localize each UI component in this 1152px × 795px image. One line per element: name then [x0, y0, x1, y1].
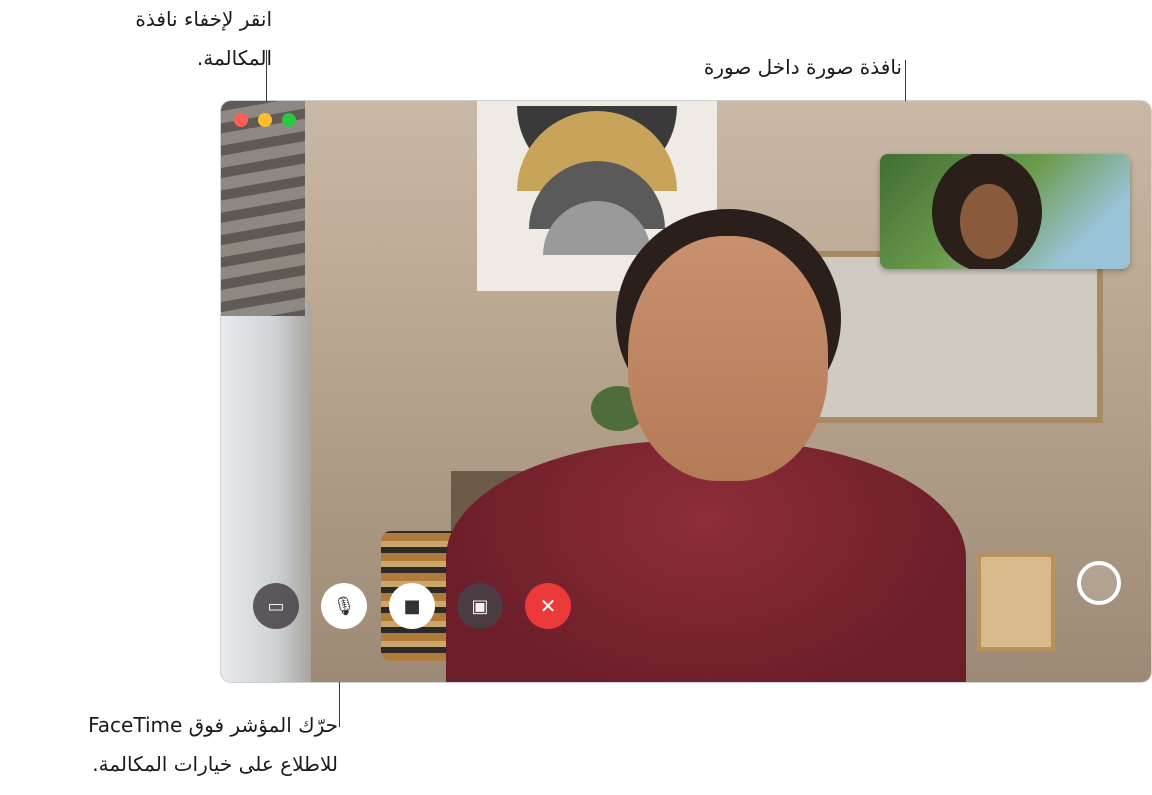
pip-face: [960, 184, 1018, 259]
picture-in-picture-window[interactable]: [880, 154, 1130, 269]
caller-face: [628, 236, 828, 481]
call-controls: ▭ 🎙 ■ ▣ ✕: [253, 583, 571, 629]
facetime-window[interactable]: ▭ 🎙 ■ ▣ ✕: [221, 101, 1151, 682]
video-button[interactable]: ■: [389, 583, 435, 629]
live-photo-shutter-button[interactable]: [1077, 561, 1121, 605]
share-screen-icon: ▣: [471, 595, 489, 617]
sidebar-icon: ▭: [267, 595, 285, 617]
minimize-window-button[interactable]: [258, 113, 272, 127]
zoom-window-button[interactable]: [282, 113, 296, 127]
traffic-lights: [234, 113, 296, 127]
callout-pip: نافذة صورة داخل صورة: [703, 55, 902, 79]
callout-hover-controls: حرّك المؤشر فوق FaceTime للاطلاع على خيا…: [88, 713, 338, 776]
share-screen-button[interactable]: ▣: [457, 583, 503, 629]
sidebar-button[interactable]: ▭: [253, 583, 299, 629]
window-blinds: [221, 101, 305, 316]
photo-frame: [977, 553, 1055, 651]
mute-button[interactable]: 🎙: [321, 583, 367, 629]
close-icon: ✕: [539, 594, 557, 618]
callout-hide-window: انقر لإخفاء نافذة المكالمة.: [135, 7, 272, 70]
microphone-icon: 🎙: [332, 595, 356, 617]
close-window-button[interactable]: [234, 113, 248, 127]
video-camera-icon: ■: [403, 595, 421, 617]
end-call-button[interactable]: ✕: [525, 583, 571, 629]
